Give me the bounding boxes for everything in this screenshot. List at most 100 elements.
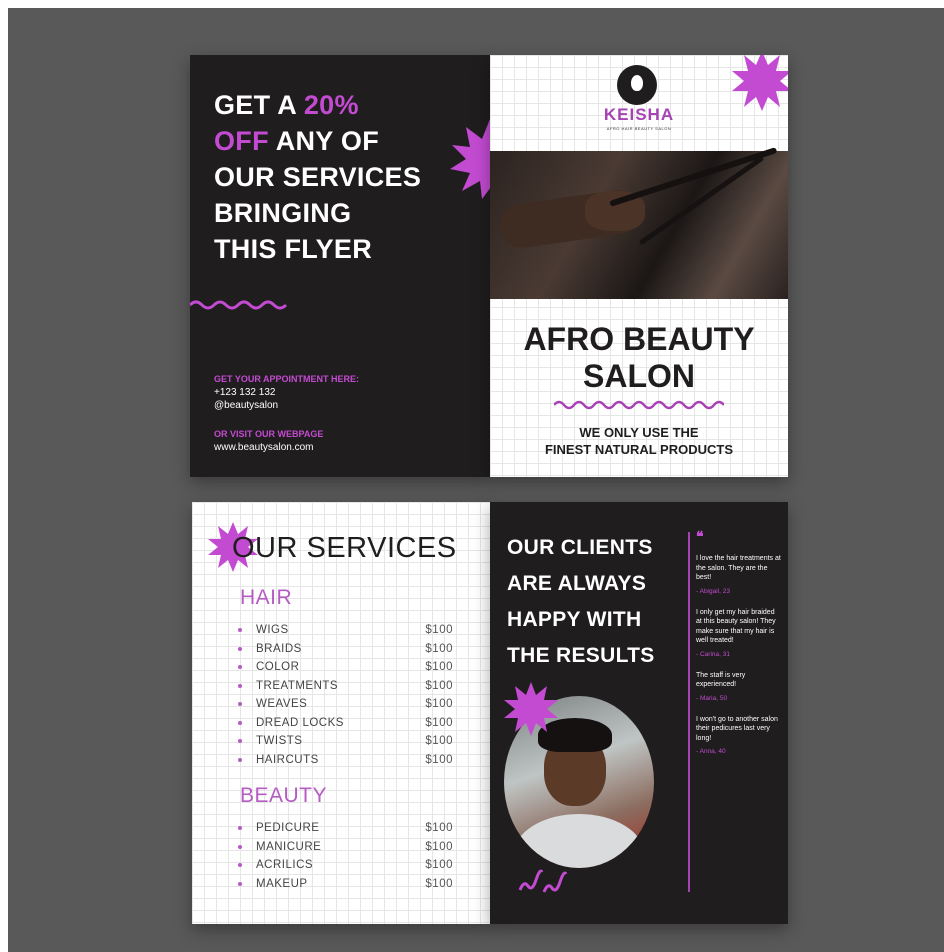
wave-decoration [190, 300, 288, 310]
bullet-icon [238, 628, 242, 633]
review-item: I love the hair treatments at the salon.… [696, 554, 782, 596]
salon-title-line: SALON [583, 358, 695, 394]
flyer-front-cover-panel: KEISHA AFRO HAIR BEAUTY SALON AFRO BEAUT… [490, 55, 788, 477]
quote-icon: ❝ [696, 528, 704, 544]
service-name: DREAD LOCKS [256, 716, 344, 729]
review-author: - Anna, 40 [696, 748, 726, 755]
service-row: PEDICURE $100 [238, 819, 453, 838]
divider-line [688, 532, 690, 892]
service-name: TREATMENTS [256, 679, 339, 692]
braiding-photo [490, 147, 788, 299]
category-beauty-heading: BEAUTY [240, 784, 328, 807]
bullet-icon [238, 665, 242, 670]
promo-headline: GET A 20% OFF ANY OF OUR SERVICES BRINGI… [214, 87, 454, 267]
service-row: MANICURE $100 [238, 838, 453, 857]
bullet-icon [238, 881, 242, 886]
service-price: $100 [425, 661, 453, 674]
headline-line-1: GET A 20% [214, 90, 359, 120]
brand-subtitle: AFRO HAIR BEAUTY SALON [606, 126, 672, 131]
tagline: WE ONLY USE THE FINEST NATURAL PRODUCTS [490, 424, 788, 458]
bullet-icon [238, 863, 242, 868]
service-price: $100 [425, 716, 453, 729]
clients-heading: OUR CLIENTS ARE ALWAYS HAPPY WITH THE RE… [507, 530, 687, 674]
services-title: OUR SERVICES [232, 532, 457, 564]
service-price: $100 [425, 877, 453, 890]
service-price: $100 [425, 642, 453, 655]
salon-title: AFRO BEAUTY SALON [490, 321, 788, 395]
service-price: $100 [425, 735, 453, 748]
service-price: $100 [425, 822, 453, 835]
starburst-icon [504, 682, 558, 736]
review-text: I love the hair treatments at the salon.… [696, 555, 781, 581]
logo-hair [625, 71, 649, 97]
headline-line-4: BRINGING [214, 198, 352, 228]
service-row: COLOR $100 [238, 658, 453, 677]
bullet-icon [238, 757, 242, 762]
review-item: I won't go to another salon their pedicu… [696, 715, 782, 757]
starburst-icon [450, 119, 490, 199]
service-row: BRAIDS $100 [238, 640, 453, 659]
appointment-label: GET YOUR APPOINTMENT HERE: [214, 374, 360, 384]
service-price: $100 [425, 753, 453, 766]
tagline-line: FINEST NATURAL PRODUCTS [544, 442, 734, 457]
review-text: The staff is very experienced! [696, 671, 746, 689]
reviews-list: I love the hair treatments at the salon.… [696, 554, 782, 768]
service-row: DREAD LOCKS $100 [238, 714, 453, 733]
review-author: - Maria, 50 [696, 694, 728, 702]
hair-services-list: WIGS $100 BRAIDS $100 COLOR $100 TREATMENTS… [238, 621, 453, 769]
review-item: The staff is very experienced! - Maria, … [696, 671, 782, 703]
service-price: $100 [425, 698, 453, 711]
salon-title-line: AFRO BEAUTY [523, 321, 755, 357]
bullet-icon [238, 739, 242, 744]
tagline-line: WE ONLY USE THE [579, 425, 699, 440]
service-row: WIGS $100 [238, 621, 453, 640]
headline-line-2: OFF ANY OF [214, 126, 380, 156]
clients-heading-line: THE RESULTS [507, 644, 655, 667]
clients-heading-line: HAPPY WITH [507, 608, 642, 631]
review-author: - Abigail, 23 [696, 587, 730, 595]
flyer-back-services-panel: OUR SERVICES HAIR WIGS $100 BRAIDS $100 CO… [192, 502, 490, 924]
wave-decoration [554, 400, 724, 410]
bullet-icon [238, 646, 242, 651]
service-row: ACRILICS $100 [238, 856, 453, 875]
bullet-icon [238, 702, 242, 707]
photo-braid [638, 155, 765, 246]
service-name: HAIRCUTS [256, 753, 319, 766]
bullet-icon [238, 844, 242, 849]
service-name: TWISTS [256, 735, 303, 748]
service-row: MAKEUP $100 [238, 875, 453, 894]
service-name: WEAVES [256, 698, 308, 711]
service-name: MANICURE [256, 840, 322, 853]
service-name: PEDICURE [256, 822, 320, 835]
phone-number: +123 132 132 [214, 387, 276, 398]
squiggle-decoration [518, 869, 568, 893]
service-name: MAKEUP [256, 877, 308, 890]
bullet-icon [238, 720, 242, 725]
clients-heading-line: ARE ALWAYS [507, 572, 647, 595]
review-author: - Carina, 31 [696, 650, 730, 658]
review-text: I only get my hair braided at this beaut… [696, 608, 776, 645]
category-hair-heading: HAIR [240, 586, 293, 609]
woman-silhouette-icon [617, 65, 657, 105]
clients-heading-line: OUR CLIENTS [507, 536, 653, 559]
service-price: $100 [425, 859, 453, 872]
service-row: TWISTS $100 [238, 732, 453, 751]
service-row: TREATMENTS $100 [238, 677, 453, 696]
headline-line-3: OUR SERVICES [214, 162, 422, 192]
service-name: WIGS [256, 624, 289, 637]
service-row: WEAVES $100 [238, 695, 453, 714]
bullet-icon [238, 683, 242, 688]
service-price: $100 [425, 624, 453, 637]
flyer-front-promo-panel: GET A 20% OFF ANY OF OUR SERVICES BRINGI… [190, 55, 490, 477]
service-row: HAIRCUTS $100 [238, 751, 453, 770]
webpage-block: OR VISIT OUR WEBPAGE www.beautysalon.com [214, 428, 323, 454]
social-handle: @beautysalon [214, 400, 279, 411]
webpage-label: OR VISIT OUR WEBPAGE [214, 429, 324, 439]
website-url: www.beautysalon.com [214, 442, 314, 453]
flyer-back-testimonials-panel: OUR CLIENTS ARE ALWAYS HAPPY WITH THE RE… [490, 502, 788, 924]
service-name: BRAIDS [256, 642, 302, 655]
photo-braid [609, 147, 778, 207]
mockup-background: GET A 20% OFF ANY OF OUR SERVICES BRINGI… [8, 8, 944, 952]
bullet-icon [238, 826, 242, 831]
review-item: I only get my hair braided at this beaut… [696, 608, 782, 659]
